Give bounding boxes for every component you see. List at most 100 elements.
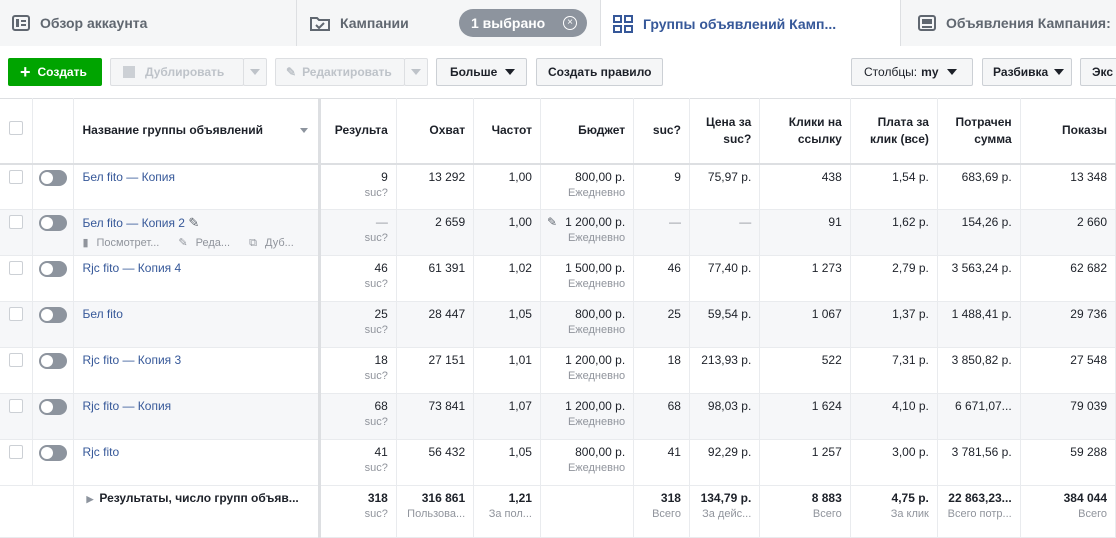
spent-cell: 3 781,56 р. bbox=[937, 439, 1021, 486]
table-row[interactable]: Rjc fito 41 suc? 56 432 1,05 800,00 р. Еже… bbox=[0, 439, 1116, 486]
duplicate-dropdown[interactable] bbox=[243, 58, 267, 86]
row-checkbox[interactable] bbox=[9, 261, 24, 275]
export-button[interactable]: Экс bbox=[1080, 58, 1116, 86]
ad-set-name-link[interactable]: Rjc fito — Копия 3 bbox=[82, 353, 181, 367]
sort-icon[interactable] bbox=[299, 128, 308, 134]
totals-link-clicks-cell: 8 883 Всего bbox=[759, 485, 851, 538]
column-header-label: Охват bbox=[429, 123, 466, 138]
ad-set-name-link[interactable]: Бел fito — Копия bbox=[82, 170, 175, 184]
impressions-value: 2 660 bbox=[1076, 215, 1107, 229]
view-charts-action[interactable]: ▮ Посмотрет... bbox=[82, 237, 167, 249]
frequency-value: 1,00 bbox=[508, 169, 532, 184]
row-checkbox[interactable] bbox=[9, 169, 24, 184]
budget-value: 1 200,00 р. bbox=[565, 399, 626, 413]
cpc-cell: 7,31 р. bbox=[850, 347, 938, 394]
table-row[interactable]: Rjc fito — Копия 3 18 suc? 27 151 1,01 1 … bbox=[0, 347, 1116, 394]
totals-row: ▶ Результаты, число групп объяв... 318 suc… bbox=[0, 485, 1116, 538]
status-toggle[interactable] bbox=[39, 399, 68, 415]
chevron-down-icon bbox=[250, 69, 260, 75]
results-value: 9 bbox=[381, 169, 388, 184]
spent-cell: 3 563,24 р. bbox=[937, 255, 1021, 302]
row-select-cell bbox=[0, 393, 34, 440]
dashboard-icon bbox=[12, 15, 30, 31]
totals-suc-subtitle: Всего bbox=[652, 508, 681, 520]
row-checkbox[interactable] bbox=[9, 215, 24, 229]
chevron-down-icon bbox=[505, 69, 516, 75]
select-all-checkbox[interactable] bbox=[9, 121, 24, 136]
pencil-icon: ✎ bbox=[286, 65, 297, 79]
status-toggle[interactable] bbox=[39, 307, 68, 323]
more-button[interactable]: Больше bbox=[436, 58, 527, 86]
spent-cell: 6 671,07... bbox=[937, 393, 1021, 440]
column-header-cpc[interactable]: Плата за клик (все) bbox=[850, 98, 938, 165]
column-header-name[interactable]: Название группы объявлений bbox=[73, 98, 321, 165]
edit-action-label: Реда... bbox=[195, 237, 231, 249]
columns-value: my bbox=[921, 65, 939, 79]
edit-action[interactable]: ✎ Реда... bbox=[178, 237, 238, 249]
link-clicks-cell: 1 624 bbox=[759, 393, 851, 440]
suc-cell: 46 bbox=[633, 255, 690, 302]
status-toggle[interactable] bbox=[39, 261, 68, 277]
results-subtitle: suc? bbox=[364, 186, 388, 199]
cost-suc-value: — bbox=[739, 215, 752, 229]
edit-dropdown[interactable] bbox=[404, 58, 428, 86]
table-row[interactable]: Бел fito — Копия 2 ✎ ▮ Посмотрет... ✎ Реда… bbox=[0, 209, 1116, 256]
column-header-spent[interactable]: Потрачен сумма bbox=[937, 98, 1021, 165]
status-toggle[interactable] bbox=[39, 445, 68, 461]
ad-set-name-link[interactable]: Rjc fito — Копия bbox=[82, 399, 171, 413]
duplicate-action[interactable]: ⧉ Дуб... bbox=[249, 237, 302, 249]
tab-ads[interactable]: Объявления Кампания: bbox=[902, 0, 1116, 46]
column-header-reach[interactable]: Охват bbox=[396, 98, 475, 165]
status-toggle[interactable] bbox=[39, 169, 68, 186]
tab-ad-sets[interactable]: Группы объявлений Камп... bbox=[600, 0, 901, 47]
row-checkbox[interactable] bbox=[9, 399, 24, 413]
create-button[interactable]: + Создать bbox=[8, 58, 102, 86]
row-checkbox[interactable] bbox=[9, 353, 24, 367]
ad-set-name-link[interactable]: Rjc fito — Копия 4 bbox=[82, 261, 181, 275]
chevron-right-icon[interactable]: ▶ bbox=[86, 494, 93, 504]
results-subtitle: suc? bbox=[364, 462, 388, 474]
table-row[interactable]: Бел fito — Копия 9 suc? 13 292 1,00 800,0… bbox=[0, 163, 1116, 210]
clear-selection-icon[interactable]: × bbox=[563, 16, 577, 30]
column-header-budget[interactable]: Бюджет bbox=[540, 98, 635, 165]
pencil-icon[interactable]: ✎ bbox=[188, 215, 199, 230]
ad-set-name-link[interactable]: Rjc fito bbox=[82, 445, 119, 459]
selected-count-pill[interactable]: 1 выбрано × bbox=[459, 9, 587, 37]
spent-value: 3 563,24 р. bbox=[951, 261, 1012, 275]
duplicate-button[interactable]: Дублировать bbox=[110, 58, 244, 86]
column-header-cost-suc[interactable]: Цена за suc? bbox=[689, 98, 761, 165]
table-row[interactable]: Rjc fito — Копия 4 46 suc? 61 391 1,02 1 … bbox=[0, 255, 1116, 302]
breakdown-button[interactable]: Разбивка bbox=[982, 58, 1072, 86]
cost-suc-value: 213,93 р. bbox=[701, 353, 752, 367]
row-checkbox[interactable] bbox=[9, 307, 24, 321]
cost-suc-value: 98,03 р. bbox=[707, 399, 752, 413]
table-row[interactable]: Бел fito 25 suc? 28 447 1,05 800,00 р. Еже… bbox=[0, 301, 1116, 348]
status-toggle[interactable] bbox=[39, 353, 68, 369]
toggle-header bbox=[32, 98, 75, 165]
ad-set-name-link[interactable]: Бел fito — Копия 2 bbox=[82, 216, 185, 230]
totals-reach-subtitle: Пользова... bbox=[407, 508, 466, 520]
create-label: Создать bbox=[37, 65, 87, 79]
table-row[interactable]: Rjc fito — Копия 68 suc? 73 841 1,07 1 20… bbox=[0, 393, 1116, 440]
column-header-suc[interactable]: suc? bbox=[633, 98, 690, 165]
results-value: 18 bbox=[374, 353, 388, 367]
create-rule-button[interactable]: Создать правило bbox=[536, 58, 663, 86]
column-header-results[interactable]: Результа bbox=[319, 98, 397, 165]
results-subtitle: suc? bbox=[364, 416, 388, 428]
edit-button[interactable]: ✎ Редактировать bbox=[275, 58, 405, 86]
status-toggle[interactable] bbox=[39, 215, 68, 231]
pencil-icon[interactable]: ✎ bbox=[547, 215, 557, 229]
columns-button[interactable]: Столбцы: my bbox=[851, 58, 973, 86]
ad-set-name-link[interactable]: Бел fito bbox=[82, 307, 123, 321]
budget-cell: 1 200,00 р. Ежедневно bbox=[540, 393, 635, 440]
column-header-impressions[interactable]: Показы bbox=[1020, 98, 1116, 165]
budget-cell: 800,00 р. Ежедневно bbox=[540, 439, 635, 486]
column-header-frequency[interactable]: Частот bbox=[473, 98, 541, 165]
tab-label: Объявления Кампания: bbox=[946, 15, 1111, 31]
frequency-value: 1,05 bbox=[508, 307, 532, 321]
tab-account-overview[interactable]: Обзор аккаунта bbox=[0, 0, 297, 46]
cpc-cell: 4,10 р. bbox=[850, 393, 938, 440]
column-header-link-clicks[interactable]: Клики на ссылку bbox=[759, 98, 851, 165]
row-checkbox[interactable] bbox=[9, 445, 24, 459]
totals-cost-suc-cell: 134,79 р. За дейс... bbox=[689, 485, 761, 538]
